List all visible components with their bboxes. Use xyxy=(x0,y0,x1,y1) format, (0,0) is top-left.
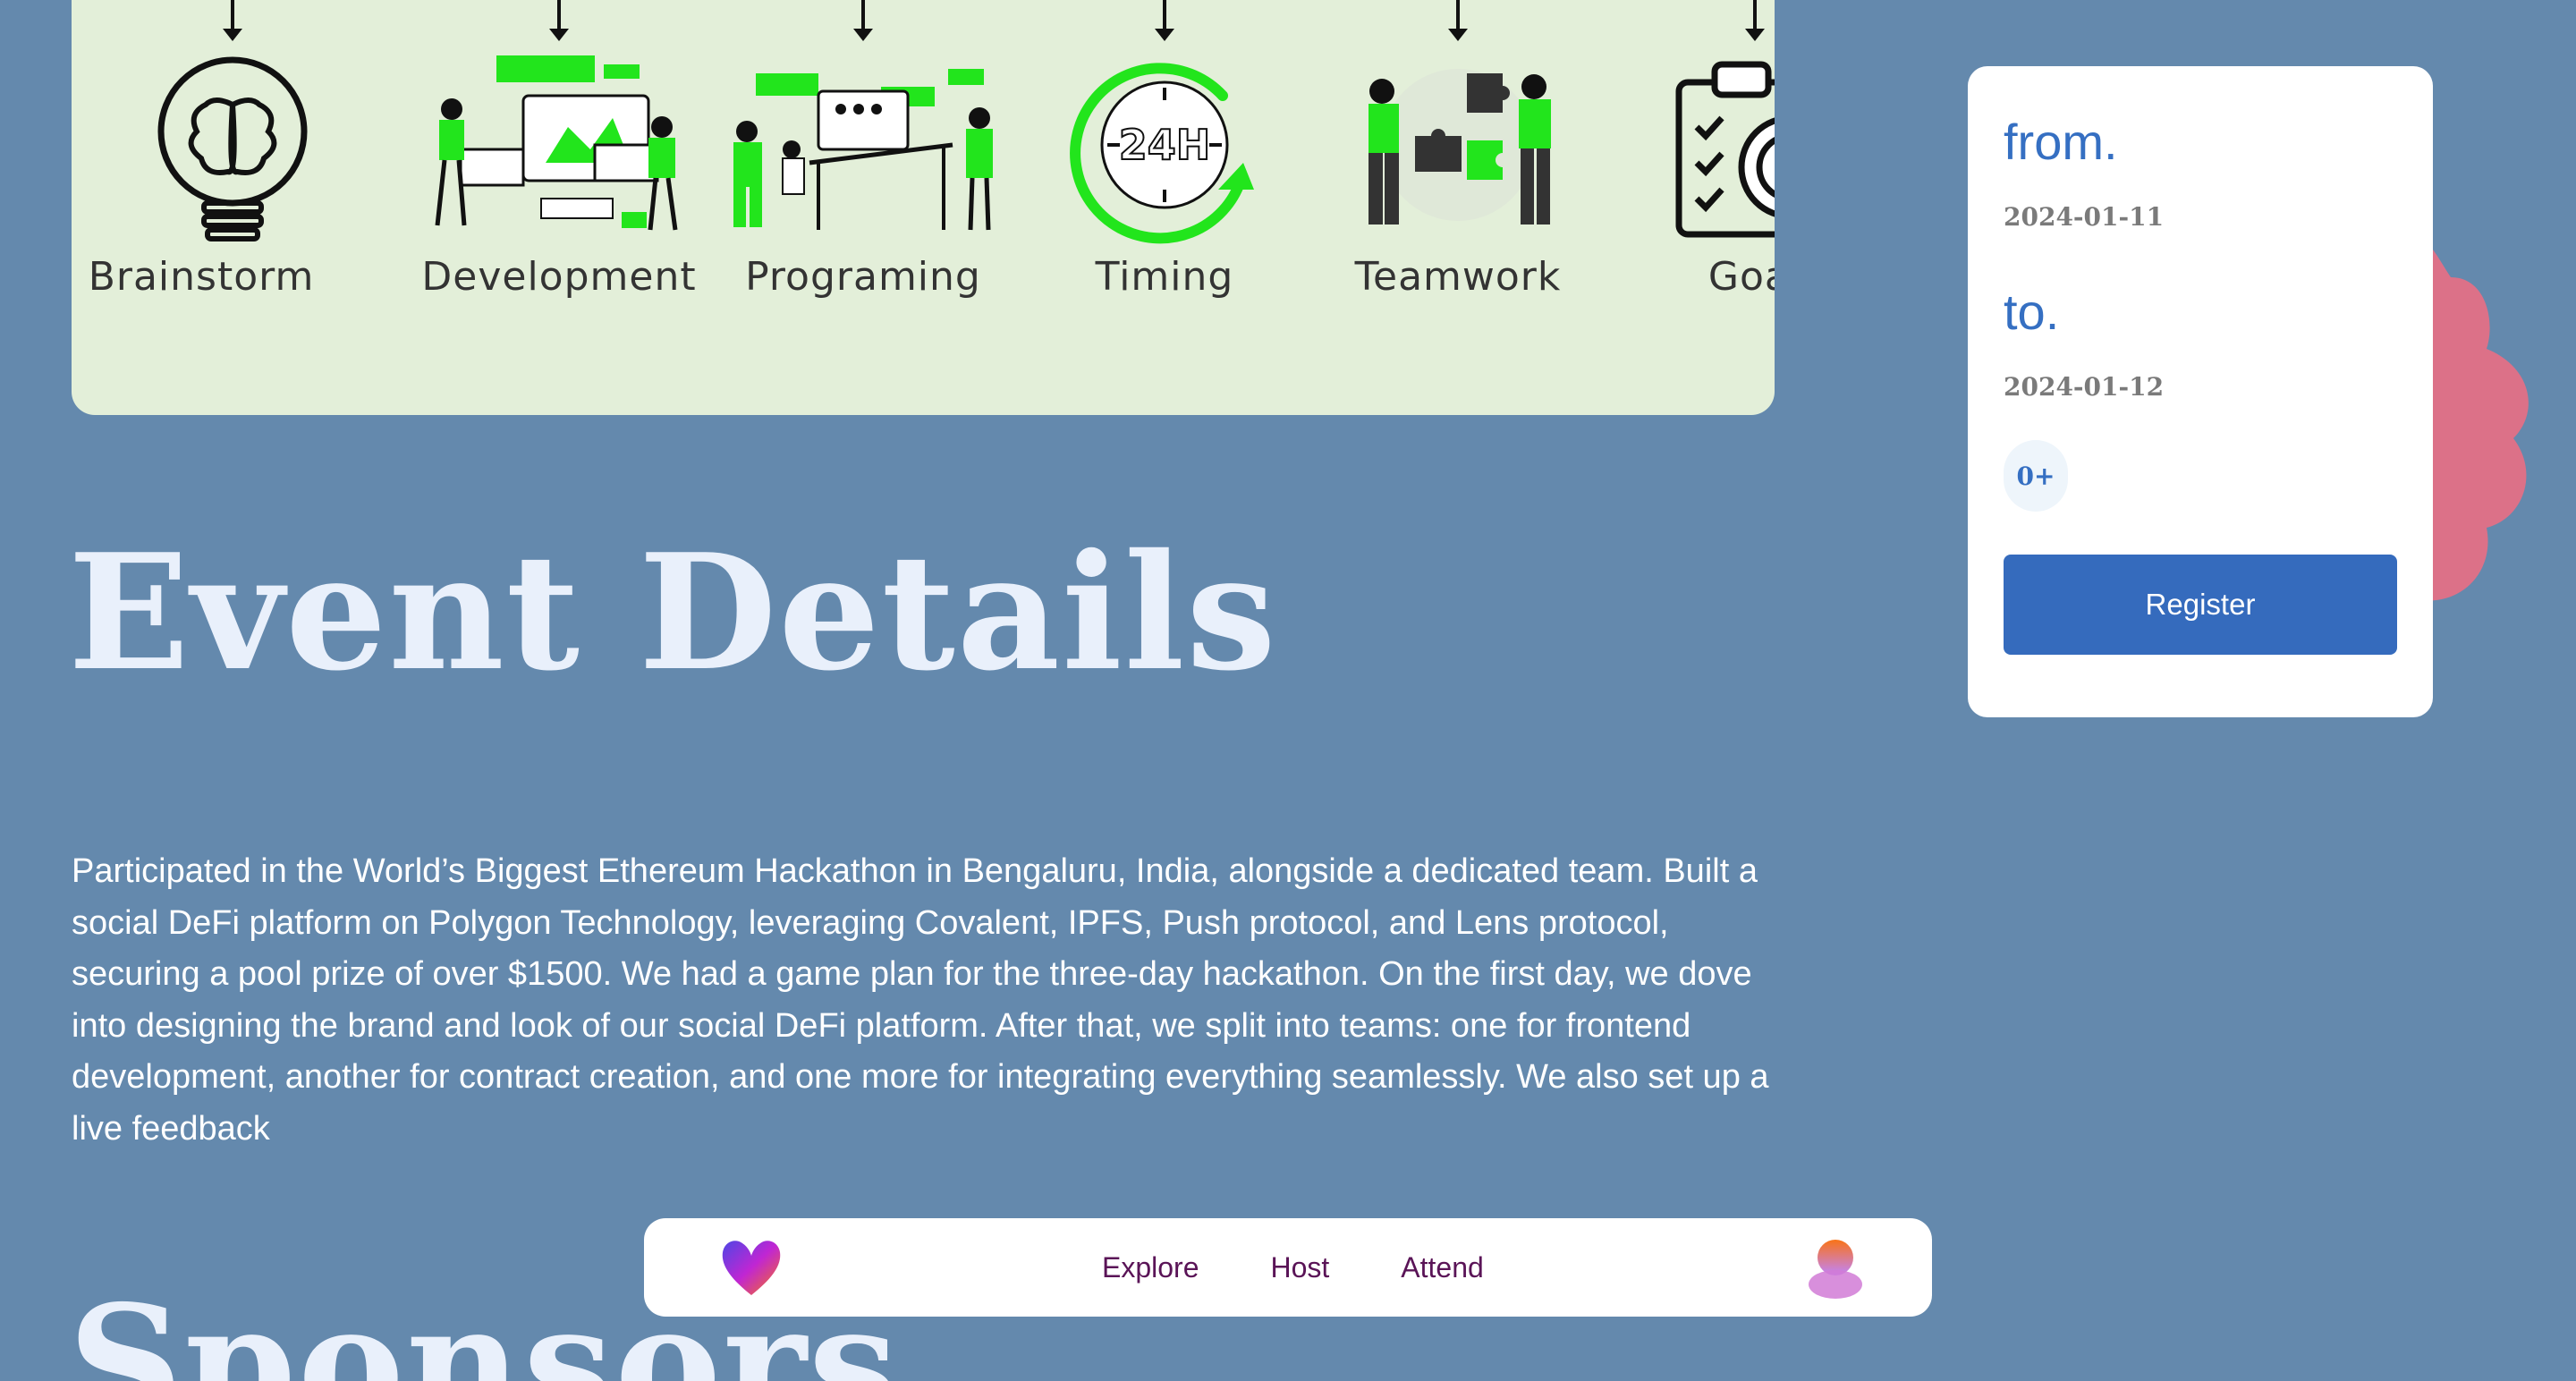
stage-goal: Goal xyxy=(1603,0,1775,300)
nav-link-host[interactable]: Host xyxy=(1271,1251,1330,1284)
stage-programing: Programing xyxy=(711,0,1015,300)
stage-brainstorm: Brainstorm xyxy=(80,0,385,300)
nav-link-attend[interactable]: Attend xyxy=(1401,1251,1484,1284)
down-arrow-icon xyxy=(223,0,242,41)
user-avatar[interactable] xyxy=(1807,1238,1864,1303)
development-team-icon xyxy=(407,55,711,243)
stage-label: Brainstorm xyxy=(88,254,315,300)
stage-label: Teamwork xyxy=(1354,254,1562,300)
to-label: to. xyxy=(2004,284,2060,340)
from-date: 2024-01-11 xyxy=(2004,202,2165,232)
nav-links: Explore Host Attend xyxy=(1102,1218,1484,1317)
down-arrow-icon xyxy=(853,0,873,41)
programming-team-icon xyxy=(711,55,1015,243)
lightbulb-brain-icon xyxy=(80,55,385,243)
stage-label: Timing xyxy=(1095,254,1234,300)
process-banner: Brainstorm Development Programing 24H Ti… xyxy=(72,0,1775,415)
clipboard-target-icon xyxy=(1603,55,1775,243)
heart-logo-icon[interactable] xyxy=(721,1238,782,1301)
puzzle-teamwork-icon xyxy=(1306,55,1610,243)
stage-label: Development xyxy=(421,254,697,300)
stage-label: Programing xyxy=(745,254,981,300)
down-arrow-icon xyxy=(1448,0,1468,41)
from-label: from. xyxy=(2004,114,2118,170)
attendee-count-badge: 0+ xyxy=(2004,440,2068,512)
down-arrow-icon xyxy=(1155,0,1174,41)
to-date: 2024-01-12 xyxy=(2004,372,2165,402)
clock-24h-icon: 24H xyxy=(1013,55,1317,244)
bottom-nav-bar: Explore Host Attend xyxy=(644,1218,1932,1317)
stage-timing: 24H Timing xyxy=(1013,0,1317,300)
stage-development: Development xyxy=(407,0,711,300)
nav-link-explore[interactable]: Explore xyxy=(1102,1251,1199,1284)
register-button[interactable]: Register xyxy=(2004,555,2397,655)
stage-teamwork: Teamwork xyxy=(1306,0,1610,300)
event-description: Participated in the World’s Biggest Ethe… xyxy=(72,852,1769,1148)
event-details-heading: Event Details xyxy=(68,519,1278,706)
svg-text:24H: 24H xyxy=(1119,121,1211,169)
event-date-card: from. 2024-01-11 to. 2024-01-12 0+ Regis… xyxy=(1968,66,2433,717)
down-arrow-icon xyxy=(1745,0,1765,41)
stage-label: Goal xyxy=(1707,254,1775,300)
down-arrow-icon xyxy=(549,0,569,41)
